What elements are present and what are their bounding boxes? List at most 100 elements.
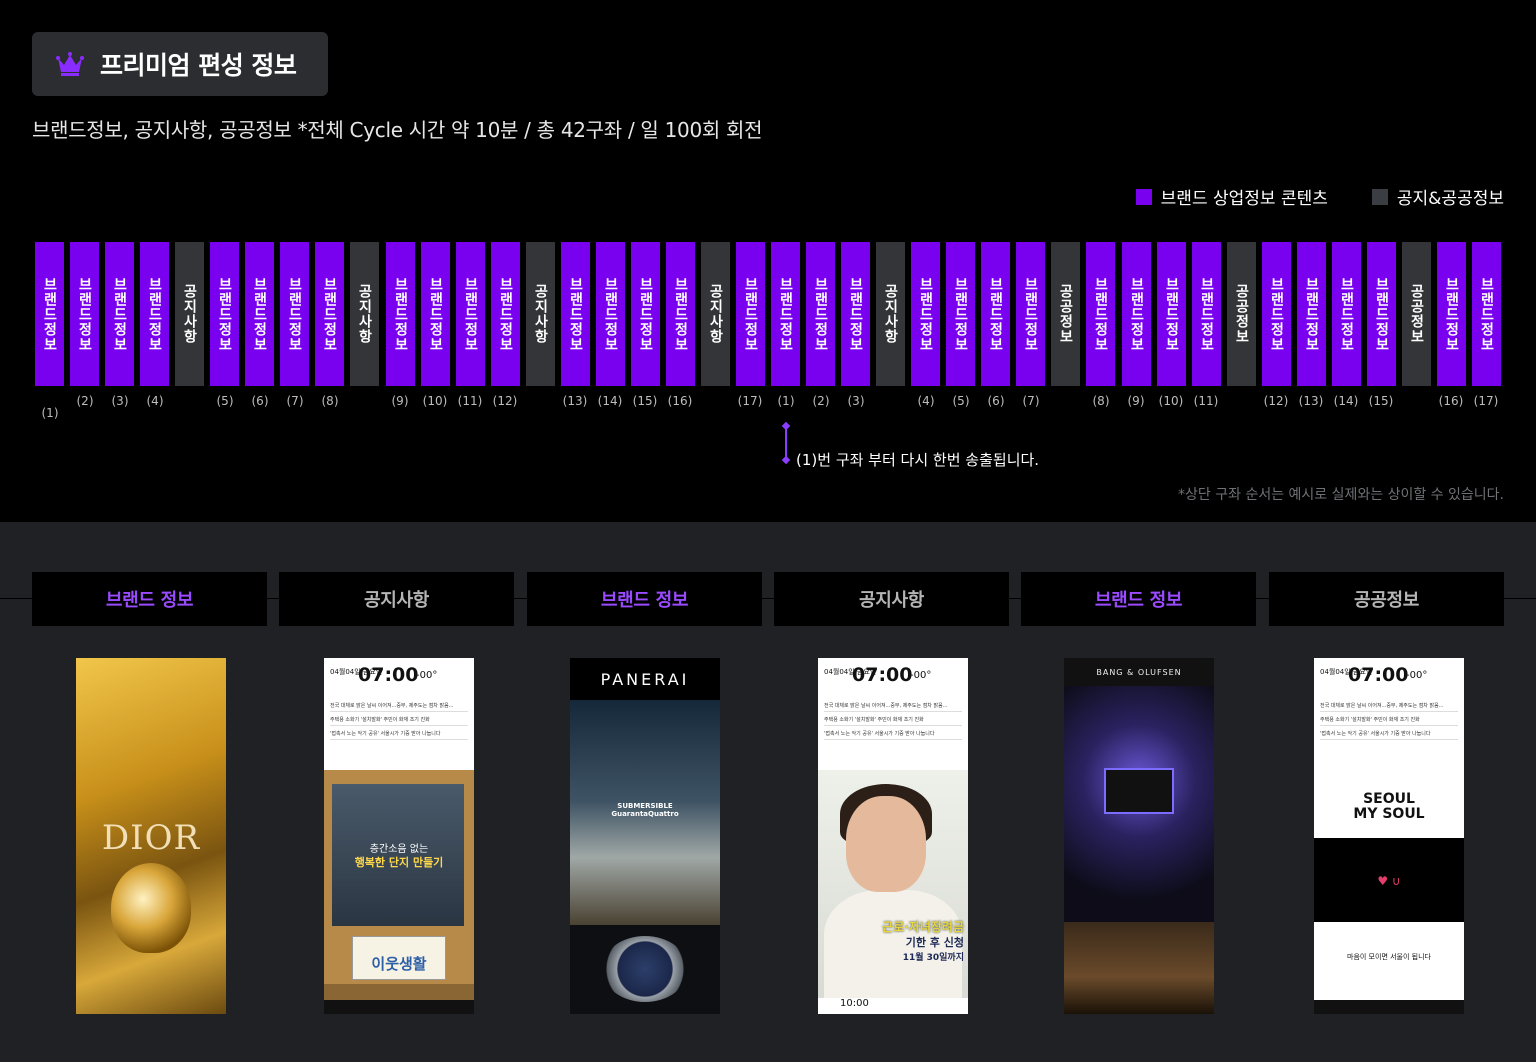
- page-title: 프리미엄 편성 정보: [100, 51, 297, 80]
- heart-icon: ♥ ∪: [1377, 874, 1401, 888]
- slot-row: 브랜드정보 브랜드정보 브랜드정보 브랜드정보 공지사항 브랜드정보 브랜드정보 브랜드정보 브…: [32, 242, 1504, 386]
- panerai-sub-2: GuarantaQuattro: [611, 810, 679, 818]
- slot-number: (15): [632, 394, 658, 408]
- news-row: '접촉서 노는 악기 공유' 서울시가 기증 받아 나눕니다: [824, 726, 962, 740]
- card-header-brand-2: 브랜드 정보: [527, 572, 762, 626]
- slot-notice: 공지사항: [876, 242, 905, 386]
- notice-band: [324, 984, 474, 1000]
- slot-brand: 브랜드정보: [70, 242, 99, 386]
- slot-label: 브랜드정보: [321, 276, 338, 352]
- slot-number: (13): [562, 394, 588, 408]
- slot-brand: 브랜드정보: [245, 242, 274, 386]
- restart-note: (1)번 구좌 부터 다시 한번 송출됩니다.: [796, 451, 1040, 469]
- slot-brand: 브랜드정보: [1157, 242, 1186, 386]
- legend-item-brand: 브랜드 상업정보 콘텐츠: [1135, 184, 1328, 209]
- slot-notice: 공공정보: [1051, 242, 1080, 386]
- slot-brand: 브랜드정보: [981, 242, 1010, 386]
- slot-label: 브랜드정보: [987, 276, 1004, 352]
- card-header-notice-1: 공지사항: [279, 572, 514, 626]
- legend-label-brand: 브랜드 상업정보 콘텐츠: [1160, 189, 1328, 209]
- slot-label: 브랜드정보: [497, 276, 514, 352]
- slogan-panel: 마음이 모이면 서울이 됩니다: [1314, 922, 1464, 1002]
- news-row: 주택용 소화기 '설치발화' 주민이 화재 조기 진화: [330, 712, 468, 726]
- slot-number: (2): [812, 394, 830, 408]
- slot-label: 브랜드정보: [1478, 276, 1495, 352]
- slot-brand: 브랜드정보: [1472, 242, 1501, 386]
- slot-number-row: (1) (2) (3) (4) (5) (6) (7) (8) (9) (10) (11) (12) (…: [32, 394, 1504, 424]
- notice-line-2: 행복한 단지 만들기: [354, 856, 444, 869]
- notice-bottom-time: 10:00: [818, 998, 968, 1014]
- card-header-brand-1: 브랜드 정보: [32, 572, 267, 626]
- slot-notice: 공공정보: [1227, 242, 1256, 386]
- notice-card-text: 이웃생활: [371, 955, 427, 973]
- slot-label: 브랜드정보: [251, 276, 268, 352]
- notice-time: 07:00: [358, 664, 419, 686]
- panerai-subtitle: SUBMERSIBLE GuarantaQuattro: [570, 802, 720, 818]
- slot-brand: 브랜드정보: [386, 242, 415, 386]
- slot-number: (13): [1298, 394, 1324, 408]
- slot-number: (14): [1333, 394, 1359, 408]
- tv-image: [1104, 768, 1174, 814]
- slot-label: 공지사항: [882, 284, 899, 344]
- slot-brand: 브랜드정보: [1192, 242, 1221, 386]
- slot-number: (16): [667, 394, 693, 408]
- slot-brand: 브랜드정보: [561, 242, 590, 386]
- slot-label: 공공정보: [1408, 284, 1425, 344]
- slot-brand: 브랜드정보: [596, 242, 625, 386]
- notice-line-1: 층간소음 없는: [369, 844, 429, 855]
- legend-swatch-notice: [1371, 188, 1388, 205]
- slot-label: 공지사항: [707, 284, 724, 344]
- slot-number: (8): [1092, 394, 1110, 408]
- slot-number: (10): [1158, 394, 1184, 408]
- slot-brand: 브랜드정보: [456, 242, 485, 386]
- bo-livingroom-image: [1064, 922, 1214, 1014]
- slot-brand: 브랜드정보: [140, 242, 169, 386]
- slot-number: (1): [41, 406, 59, 420]
- slot-label: 브랜드정보: [1163, 276, 1180, 352]
- slot-label: 브랜드정보: [1198, 276, 1215, 352]
- seoul-slogan: 마음이 모이면 서울이 됩니다: [1347, 953, 1431, 961]
- slot-label: 브랜드정보: [1443, 276, 1460, 352]
- poster-panerai: PANERAI SUBMERSIBLE GuarantaQuattro: [570, 658, 720, 1014]
- notice-artwork: 근로·자녀장려금 기한 후 신청 11월 30일까지: [818, 770, 968, 1002]
- seoul-logo-line-2: MY SOUL: [1353, 806, 1425, 822]
- slot-number: (1): [777, 394, 795, 408]
- restart-marker: [781, 421, 791, 465]
- slot-label: 브랜드정보: [777, 276, 794, 352]
- slot-label: 브랜드정보: [602, 276, 619, 352]
- notice-header: 04월04일 금요일 07:00 -00° 전국 대체로 맑은 날씨 이어져..…: [324, 658, 474, 770]
- slot-label: 브랜드정보: [917, 276, 934, 352]
- poster-notice-2: 04월04일 금요일 07:00 -00° 전국 대체로 맑은 날씨 이어져..…: [818, 658, 968, 1014]
- slot-number: (3): [847, 394, 865, 408]
- disclaimer: *상단 구좌 순서는 예시로 실제와는 상이할 수 있습니다.: [1178, 487, 1504, 503]
- watch-image: [602, 936, 688, 1002]
- slot-number: (2): [76, 394, 94, 408]
- slot-label: 브랜드정보: [1338, 276, 1355, 352]
- slot-label: 브랜드정보: [1092, 276, 1109, 352]
- slot-notice: 공지사항: [526, 242, 555, 386]
- notice-header: 04월04일 금요일 07:00 -00° 전국 대체로 맑은 날씨 이어져..…: [818, 658, 968, 770]
- slot-label: 브랜드정보: [1268, 276, 1285, 352]
- slot-brand: 브랜드정보: [1437, 242, 1466, 386]
- notice-header: 04월04일 금요일 07:00 -00° 전국 대체로 맑은 날씨 이어져..…: [1314, 658, 1464, 770]
- slot-number: (17): [1473, 394, 1499, 408]
- notice-headline-2: 기한 후 신청: [905, 936, 964, 949]
- slot-label: 공지사항: [532, 284, 549, 344]
- perfume-bottle-image: [111, 863, 191, 953]
- slot-label: 브랜드정보: [41, 276, 58, 352]
- slot-label: 브랜드정보: [286, 276, 303, 352]
- slot-brand: 브랜드정보: [946, 242, 975, 386]
- slot-number: (3): [111, 394, 129, 408]
- legend-swatch-brand: [1135, 188, 1152, 205]
- notice-headline-3: 11월 30일까지: [902, 953, 964, 963]
- news-row: 전국 대체로 맑은 날씨 이어져...중부, 제주도는 점차 맑음...: [330, 698, 468, 712]
- slot-notice: 공공정보: [1402, 242, 1431, 386]
- slot-label: 브랜드정보: [567, 276, 584, 352]
- public-artwork: SEOUL MY SOUL ♥ ∪ 마음이 모이면 서울이 됩니다: [1314, 770, 1464, 1002]
- seoul-logo: SEOUL MY SOUL: [1314, 792, 1464, 822]
- slot-label: 공공정보: [1233, 284, 1250, 344]
- slot-number: (6): [251, 394, 269, 408]
- slot-brand: 브랜드정보: [421, 242, 450, 386]
- legend-item-notice: 공지&공공정보: [1371, 184, 1504, 209]
- slot-number: (11): [457, 394, 483, 408]
